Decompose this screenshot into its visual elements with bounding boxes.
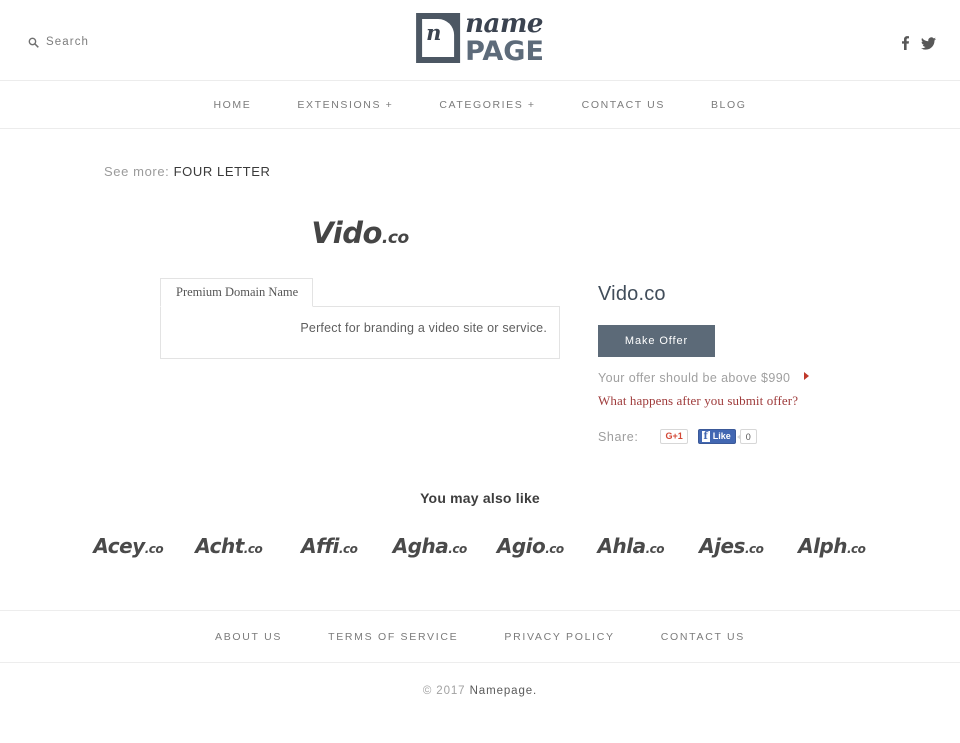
logo-wordmark: name PAGE [465, 11, 544, 65]
also-like-item-tld: .co [448, 542, 467, 556]
also-like-item-tld: .co [645, 542, 665, 556]
also-like-item-name: Acey [93, 534, 145, 558]
footer-link-contact-us[interactable]: CONTACT US [661, 631, 745, 643]
also-like-item-1[interactable]: Acey.co [78, 534, 179, 558]
facebook-f-icon: f [701, 430, 710, 442]
footer-link-privacy-policy[interactable]: PRIVACY POLICY [504, 631, 614, 643]
nav-item-home[interactable]: HOME [213, 99, 251, 111]
detail-columns: Premium Domain Name Perfect for branding… [0, 278, 960, 444]
breadcrumb-label: See more: [104, 164, 170, 179]
also-like-heading: You may also like [420, 490, 540, 506]
facebook-share-group: f Like 0 [697, 429, 757, 444]
logo-name-text: name [465, 9, 543, 39]
search-button[interactable]: Search [28, 36, 89, 48]
minimum-offer-text: Your offer should be above $990 [598, 371, 791, 385]
minimum-offer-note: Your offer should be above $990 [598, 370, 809, 387]
detail-left-column: Premium Domain Name Perfect for branding… [160, 278, 560, 444]
nav-item-categories[interactable]: CATEGORIES + [439, 99, 535, 111]
make-offer-button[interactable]: Make Offer [598, 325, 715, 357]
site-logo[interactable]: n name PAGE [416, 11, 544, 65]
also-like-item-name: Ajes [699, 534, 745, 558]
page-title: Vido.co [598, 283, 666, 305]
also-like-item-name: Ahla [597, 534, 647, 558]
also-like-item-tld: .co [243, 542, 263, 556]
footer-link-terms-of-service[interactable]: TERMS OF SERVICE [328, 631, 458, 643]
top-header-bar: Search n name PAGE [0, 0, 960, 81]
facebook-icon[interactable] [902, 36, 910, 55]
also-like-item-name: Agha [392, 534, 449, 558]
domain-hero-title: Vido.co [0, 216, 960, 250]
facebook-like-count: 0 [736, 429, 757, 444]
breadcrumb: See more: FOUR LETTER [0, 162, 300, 182]
domain-description: Perfect for branding a video site or ser… [160, 306, 560, 359]
also-like-item-tld: .co [545, 542, 564, 556]
domain-info-tabs: Premium Domain Name Perfect for branding… [160, 278, 560, 359]
footer-link-about-us[interactable]: ABOUT US [215, 631, 282, 643]
also-like-item-5[interactable]: Agio.co [480, 534, 581, 558]
copyright-brand: Namepage. [469, 685, 538, 697]
also-like-item-8[interactable]: Alph.co [782, 534, 883, 558]
nav-item-contact-us[interactable]: CONTACT US [582, 99, 665, 111]
breadcrumb-category-link[interactable]: FOUR LETTER [174, 164, 271, 179]
detail-right-column: Vido.co Make Offer Your offer should be … [598, 278, 898, 444]
share-row: Share: G+1 f Like 0 [598, 429, 898, 444]
search-label: Search [46, 36, 90, 48]
also-like-item-6[interactable]: Ahla.co [581, 534, 682, 558]
also-like-list: Acey.co Acht.co Affi.co Agha.co Agio.co … [0, 534, 960, 558]
also-like-item-7[interactable]: Ajes.co [681, 534, 782, 558]
social-links [902, 36, 936, 55]
also-like-item-tld: .co [338, 542, 358, 556]
domain-hero-tld: .co [381, 228, 409, 248]
copyright-year: © 2017 [422, 685, 466, 697]
nav-item-extensions[interactable]: EXTENSIONS + [297, 99, 393, 111]
main-navigation: HOME EXTENSIONS + CATEGORIES + CONTACT U… [0, 81, 960, 129]
also-like-item-name: Affi [301, 534, 339, 558]
also-like-item-4[interactable]: Agha.co [380, 534, 481, 558]
facebook-like-button[interactable]: f Like [697, 429, 736, 444]
footer-navigation: ABOUT US TERMS OF SERVICE PRIVACY POLICY… [0, 610, 960, 663]
search-icon [28, 37, 39, 48]
nav-item-blog[interactable]: BLOG [711, 99, 747, 111]
twitter-icon[interactable] [921, 36, 936, 55]
tab-premium-domain-name[interactable]: Premium Domain Name [160, 278, 314, 307]
page-content: See more: FOUR LETTER Vido.co Premium Do… [0, 162, 960, 697]
google-plus-share-button[interactable]: G+1 [660, 429, 688, 444]
also-like-item-name: Acht [195, 534, 244, 558]
domain-hero-name: Vido [311, 216, 382, 250]
logo-page-text: PAGE [465, 36, 544, 67]
share-label: Share: [598, 429, 639, 444]
logo-mark-icon: n [416, 13, 461, 63]
also-like-item-name: Alph [798, 534, 847, 558]
also-like-item-tld: .co [144, 542, 164, 556]
also-like-item-tld: .co [846, 542, 866, 556]
arrow-right-icon [804, 372, 809, 380]
copyright: © 2017 Namepage. [0, 685, 960, 697]
offer-help-link[interactable]: What happens after you submit offer? [598, 393, 898, 409]
facebook-like-label: Like [712, 431, 731, 441]
also-like-item-2[interactable]: Acht.co [179, 534, 280, 558]
also-like-item-tld: .co [744, 542, 764, 556]
logo-mark-letter: n [426, 20, 442, 45]
also-like-item-name: Agio [496, 534, 546, 558]
also-like-item-3[interactable]: Affi.co [279, 534, 380, 558]
